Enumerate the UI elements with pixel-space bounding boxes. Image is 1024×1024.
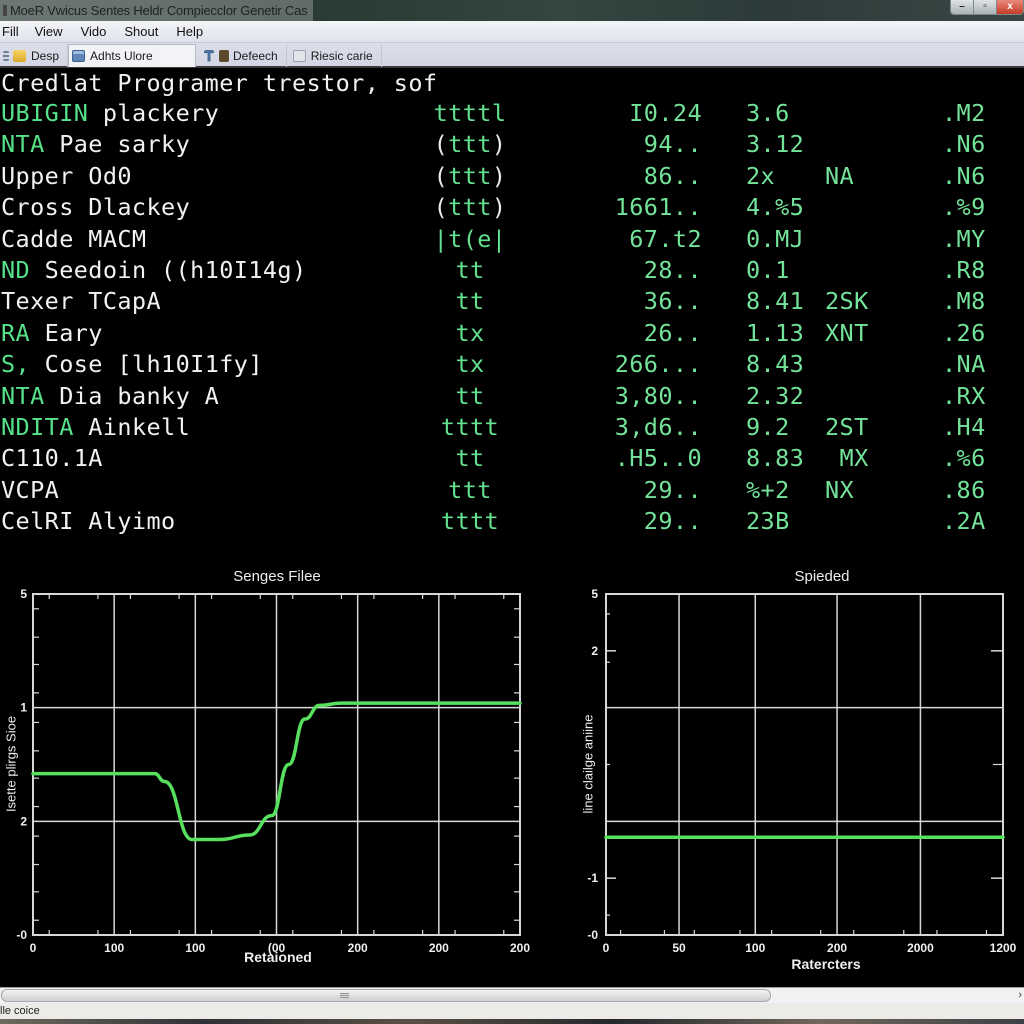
horizontal-scrollbar[interactable]: › <box>0 987 1024 1003</box>
x-tick-label: 100 <box>745 941 765 955</box>
menu-video[interactable]: Vido <box>78 24 114 39</box>
menu-help[interactable]: Help <box>173 24 210 39</box>
window-title-text: MoeR Vwicus Sentes Heldr Compiecclor Gen… <box>10 3 308 18</box>
toolbar-label: Desp <box>31 48 60 63</box>
x-tick-label: 0 <box>603 941 610 955</box>
close-icon: x <box>1007 1 1013 12</box>
restore-icon: ▫ <box>983 1 987 12</box>
toolbar-label: Adhts Ulore <box>90 49 153 63</box>
desktop-background <box>0 1019 1024 1024</box>
x-tick-label: 1200 <box>990 941 1017 955</box>
x-tick-label: 200 <box>827 941 847 955</box>
status-text: lle coice <box>0 1005 40 1017</box>
menu-bar: Fill View Vido Shout Help <box>0 21 1024 43</box>
menu-file[interactable]: Fill <box>0 24 26 39</box>
grip-icon <box>3 50 9 61</box>
image-icon <box>292 49 306 62</box>
y-tick-label: -0 <box>587 928 598 942</box>
tools-icon <box>204 49 215 62</box>
toolbar-tab-active[interactable]: Adhts Ulore <box>68 44 197 67</box>
app-icon <box>3 5 7 16</box>
toolbar-button-riesic[interactable]: Riesic carie <box>287 44 382 67</box>
minimize-icon: – <box>959 1 965 12</box>
y-tick-label: 2 <box>591 644 598 658</box>
plot-frame <box>605 593 1004 936</box>
toolbar-button-desp[interactable]: Desp <box>0 44 69 67</box>
scrollbar-thumb[interactable] <box>1 989 771 1002</box>
status-bar: lle coice <box>0 1003 1024 1019</box>
x-tick-label: 50 <box>672 941 686 955</box>
toolbar-label: Defeech <box>233 48 278 63</box>
folder-icon <box>13 49 26 62</box>
chart-plot: 0 50 100 200 2000 1200 -0 -1 2 5 <box>587 587 1017 955</box>
toolbar-button-defeech[interactable]: Defeech <box>196 44 287 67</box>
title-bar: MoeR Vwicus Sentes Heldr Compiecclor Gen… <box>0 0 1024 21</box>
y-tick-label: -1 <box>587 871 598 885</box>
toolbar-label: Riesic carie <box>310 48 373 63</box>
terminal-output[interactable]: Credlat Programer trestor, sof UBIGIN pl… <box>0 68 1024 985</box>
minimize-button[interactable]: – <box>951 0 974 14</box>
x-tick-label: 2000 <box>907 941 934 955</box>
toolbar: Desp Adhts Ulore Defeech Riesic carie <box>0 43 1024 68</box>
menu-shout[interactable]: Shout <box>121 24 165 39</box>
restore-button[interactable]: ▫ <box>974 0 997 14</box>
menu-view[interactable]: View <box>32 24 70 39</box>
window-title: MoeR Vwicus Sentes Heldr Compiecclor Gen… <box>0 0 314 21</box>
y-tick-label: 5 <box>591 587 598 601</box>
grip-icon <box>340 993 349 999</box>
window-controls: – ▫ x <box>950 0 1024 15</box>
chart-spieded: Spieded line clailge aniine Ratercters 0… <box>0 68 1024 985</box>
close-button[interactable]: x <box>997 0 1023 14</box>
window-icon <box>72 50 86 62</box>
bottle-icon <box>219 49 230 62</box>
scroll-right-arrow-icon[interactable]: › <box>1018 988 1022 1003</box>
